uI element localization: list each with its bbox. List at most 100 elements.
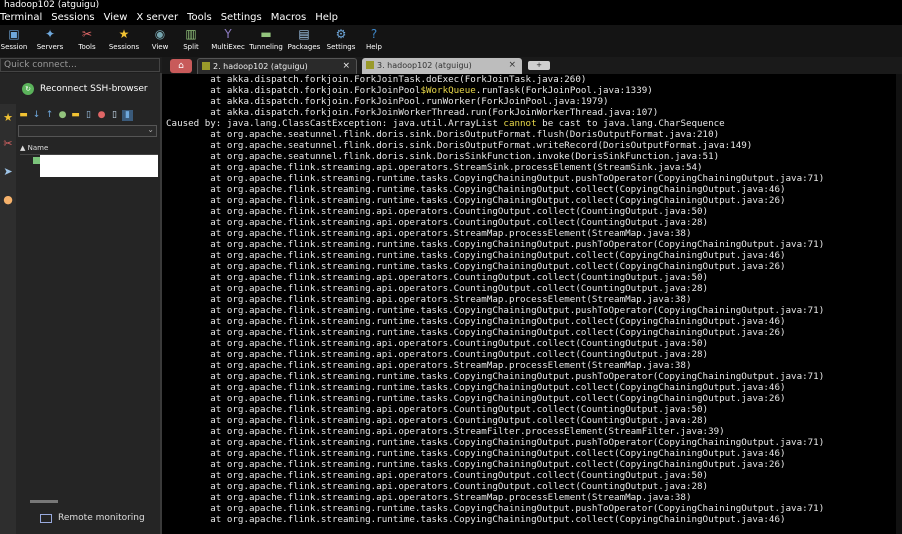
reconnect-ssh-browser-button[interactable]: ↻ Reconnect SSH-browser bbox=[22, 83, 148, 95]
menu-sessions[interactable]: Sessions bbox=[51, 10, 94, 25]
terminal-line: at org.apache.flink.streaming.api.operat… bbox=[166, 349, 709, 360]
packages-toolbar-button[interactable]: ▤ Packages bbox=[284, 25, 324, 57]
terminal-line: at org.apache.flink.streaming.runtime.ta… bbox=[166, 195, 786, 206]
tunneling-toolbar-button[interactable]: ▬ Tunneling bbox=[248, 25, 284, 57]
terminal-line: at org.apache.flink.streaming.runtime.ta… bbox=[166, 173, 825, 184]
close-icon[interactable]: × bbox=[508, 58, 516, 73]
session-toolbar-button[interactable]: ▣ Session bbox=[0, 25, 28, 57]
menu-settings[interactable]: Settings bbox=[221, 10, 262, 25]
toolbar-label: View bbox=[151, 43, 169, 51]
terminal-line: at org.apache.flink.streaming.runtime.ta… bbox=[166, 393, 786, 404]
name-column-label: Name bbox=[27, 144, 49, 152]
menu-terminal[interactable]: Terminal bbox=[0, 10, 42, 25]
toolbar-label: Help bbox=[366, 43, 382, 51]
send-icon[interactable]: ➤ bbox=[2, 166, 14, 178]
terminal-line: at akka.dispatch.forkjoin.ForkJoinPool.r… bbox=[166, 96, 609, 107]
terminal-icon bbox=[366, 61, 374, 69]
menu-help[interactable]: Help bbox=[315, 10, 338, 25]
terminal-line: at org.apache.flink.streaming.runtime.ta… bbox=[166, 459, 786, 470]
horizontal-scrollbar[interactable] bbox=[30, 500, 58, 503]
terminal-line: at org.apache.flink.streaming.api.operat… bbox=[166, 492, 692, 503]
menu-macros[interactable]: Macros bbox=[271, 10, 306, 25]
close-icon[interactable]: × bbox=[342, 59, 350, 74]
menu-x-server[interactable]: X server bbox=[136, 10, 178, 25]
terminal-line: at org.apache.flink.streaming.runtime.ta… bbox=[166, 239, 825, 250]
menu-bar: Terminal Sessions View X server Tools Se… bbox=[0, 10, 902, 25]
tunneling-icon: ▬ bbox=[260, 27, 272, 41]
file-list-header[interactable]: ▲ Name bbox=[20, 142, 158, 155]
terminal-line: at org.apache.flink.streaming.api.operat… bbox=[166, 217, 709, 228]
terminal-line: at org.apache.flink.streaming.api.operat… bbox=[166, 426, 725, 437]
file-list-item[interactable] bbox=[40, 155, 158, 177]
file-icon[interactable]: ▯ bbox=[109, 110, 120, 121]
terminal-scrollbar[interactable] bbox=[896, 74, 902, 534]
terminal-line: at akka.dispatch.forkjoin.ForkJoinTask.d… bbox=[166, 74, 587, 85]
help-toolbar-button[interactable]: ? Help bbox=[358, 25, 390, 57]
refresh-icon[interactable]: ● bbox=[57, 110, 68, 121]
multiexec-icon: Y bbox=[224, 27, 232, 41]
highlighted-word: $WorkQueue bbox=[420, 85, 476, 96]
terminal-line: at org.apache.flink.streaming.api.operat… bbox=[166, 415, 709, 426]
terminal-line: at akka.dispatch.forkjoin.ForkJoinPool$W… bbox=[166, 85, 653, 96]
tools-icon[interactable]: ✂ bbox=[2, 138, 14, 150]
new-file-icon[interactable]: ▯ bbox=[83, 110, 94, 121]
terminal-line: Caused by: java.lang.ClassCastException:… bbox=[166, 118, 725, 129]
menu-view[interactable]: View bbox=[104, 10, 128, 25]
tools-toolbar-button[interactable]: ✂ Tools bbox=[72, 25, 102, 57]
terminal-line: at org.apache.flink.streaming.api.operat… bbox=[166, 470, 709, 481]
star-icon: ★ bbox=[118, 27, 130, 41]
remote-monitoring-button[interactable]: Remote monitoring bbox=[40, 513, 145, 523]
main-toolbar: ▣ Session ✦ Servers ✂ Tools ★ Sessions ◉ View ▥ Spl… bbox=[0, 25, 902, 57]
reconnect-icon: ↻ bbox=[22, 83, 34, 95]
toolbar-label: Tunneling bbox=[249, 43, 283, 51]
terminal-line: at org.apache.flink.streaming.runtime.ta… bbox=[166, 514, 786, 525]
toolbar-label: Servers bbox=[36, 43, 64, 51]
download-icon[interactable]: ↓ bbox=[31, 110, 42, 121]
split-toolbar-button[interactable]: ▥ Split bbox=[174, 25, 208, 57]
folder-icon[interactable]: ▬ bbox=[18, 110, 29, 121]
home-tab-button[interactable]: ⌂ bbox=[170, 59, 192, 73]
packages-icon: ▤ bbox=[298, 27, 310, 41]
terminal-line: at org.apache.flink.streaming.runtime.ta… bbox=[166, 327, 786, 338]
star-icon[interactable]: ★ bbox=[2, 112, 14, 124]
path-select[interactable]: ⌄ bbox=[18, 125, 157, 137]
terminal-line: at org.apache.flink.streaming.runtime.ta… bbox=[166, 448, 786, 459]
quick-connect-input[interactable]: Quick connect... bbox=[0, 58, 160, 72]
window-title: hadoop102 (atguigu) bbox=[0, 0, 902, 10]
new-folder-icon[interactable]: ▬ bbox=[70, 110, 81, 121]
terminal-line: at org.apache.flink.streaming.api.operat… bbox=[166, 272, 709, 283]
tab-hadoop102-2[interactable]: 2. hadoop102 (atguigu) × bbox=[197, 58, 357, 74]
macro-icon[interactable]: ● bbox=[2, 194, 14, 206]
view-icon: ◉ bbox=[154, 27, 166, 41]
terminal-line: at org.apache.flink.streaming.runtime.ta… bbox=[166, 316, 786, 327]
tab-label: 3. hadoop102 (atguigu) bbox=[377, 61, 472, 70]
settings-toolbar-button[interactable]: ⚙ Settings bbox=[324, 25, 358, 57]
sessions-toolbar-button[interactable]: ★ Sessions bbox=[102, 25, 146, 57]
menu-tools[interactable]: Tools bbox=[187, 10, 212, 25]
terminal-output[interactable]: at akka.dispatch.forkjoin.ForkJoinTask.d… bbox=[162, 74, 902, 534]
servers-toolbar-button[interactable]: ✦ Servers bbox=[28, 25, 72, 57]
highlighted-word: cannot bbox=[503, 118, 537, 129]
multiexec-toolbar-button[interactable]: Y MultiExec bbox=[208, 25, 248, 57]
settings-icon: ⚙ bbox=[335, 27, 347, 41]
upload-icon[interactable]: ↑ bbox=[44, 110, 55, 121]
terminal-line: at org.apache.seatunnel.flink.doris.sink… bbox=[166, 151, 720, 162]
terminal-line: at org.apache.seatunnel.flink.doris.sink… bbox=[166, 140, 753, 151]
delete-icon[interactable]: ● bbox=[96, 110, 107, 121]
split-icon: ▥ bbox=[185, 27, 197, 41]
terminal-line: at org.apache.flink.streaming.runtime.ta… bbox=[166, 503, 825, 514]
toolbar-label: Split bbox=[183, 43, 199, 51]
toolbar-label: MultiExec bbox=[211, 43, 245, 51]
view-toolbar-button[interactable]: ◉ View bbox=[146, 25, 174, 57]
follow-terminal-icon[interactable]: ▮ bbox=[122, 110, 133, 121]
terminal-line: at org.apache.flink.streaming.runtime.ta… bbox=[166, 305, 825, 316]
home-icon: ⌂ bbox=[178, 61, 184, 71]
reconnect-label: Reconnect SSH-browser bbox=[40, 84, 148, 94]
terminal-text: at akka.dispatch.forkjoin.ForkJoinTask.d… bbox=[162, 74, 902, 525]
chevron-down-icon: ⌄ bbox=[147, 125, 154, 134]
new-tab-button[interactable]: + bbox=[528, 61, 550, 70]
tab-hadoop102-3[interactable]: 3. hadoop102 (atguigu) × bbox=[362, 58, 522, 74]
tools-icon: ✂ bbox=[81, 27, 93, 41]
monitor-icon bbox=[40, 513, 52, 523]
tab-label: 2. hadoop102 (atguigu) bbox=[213, 62, 308, 71]
